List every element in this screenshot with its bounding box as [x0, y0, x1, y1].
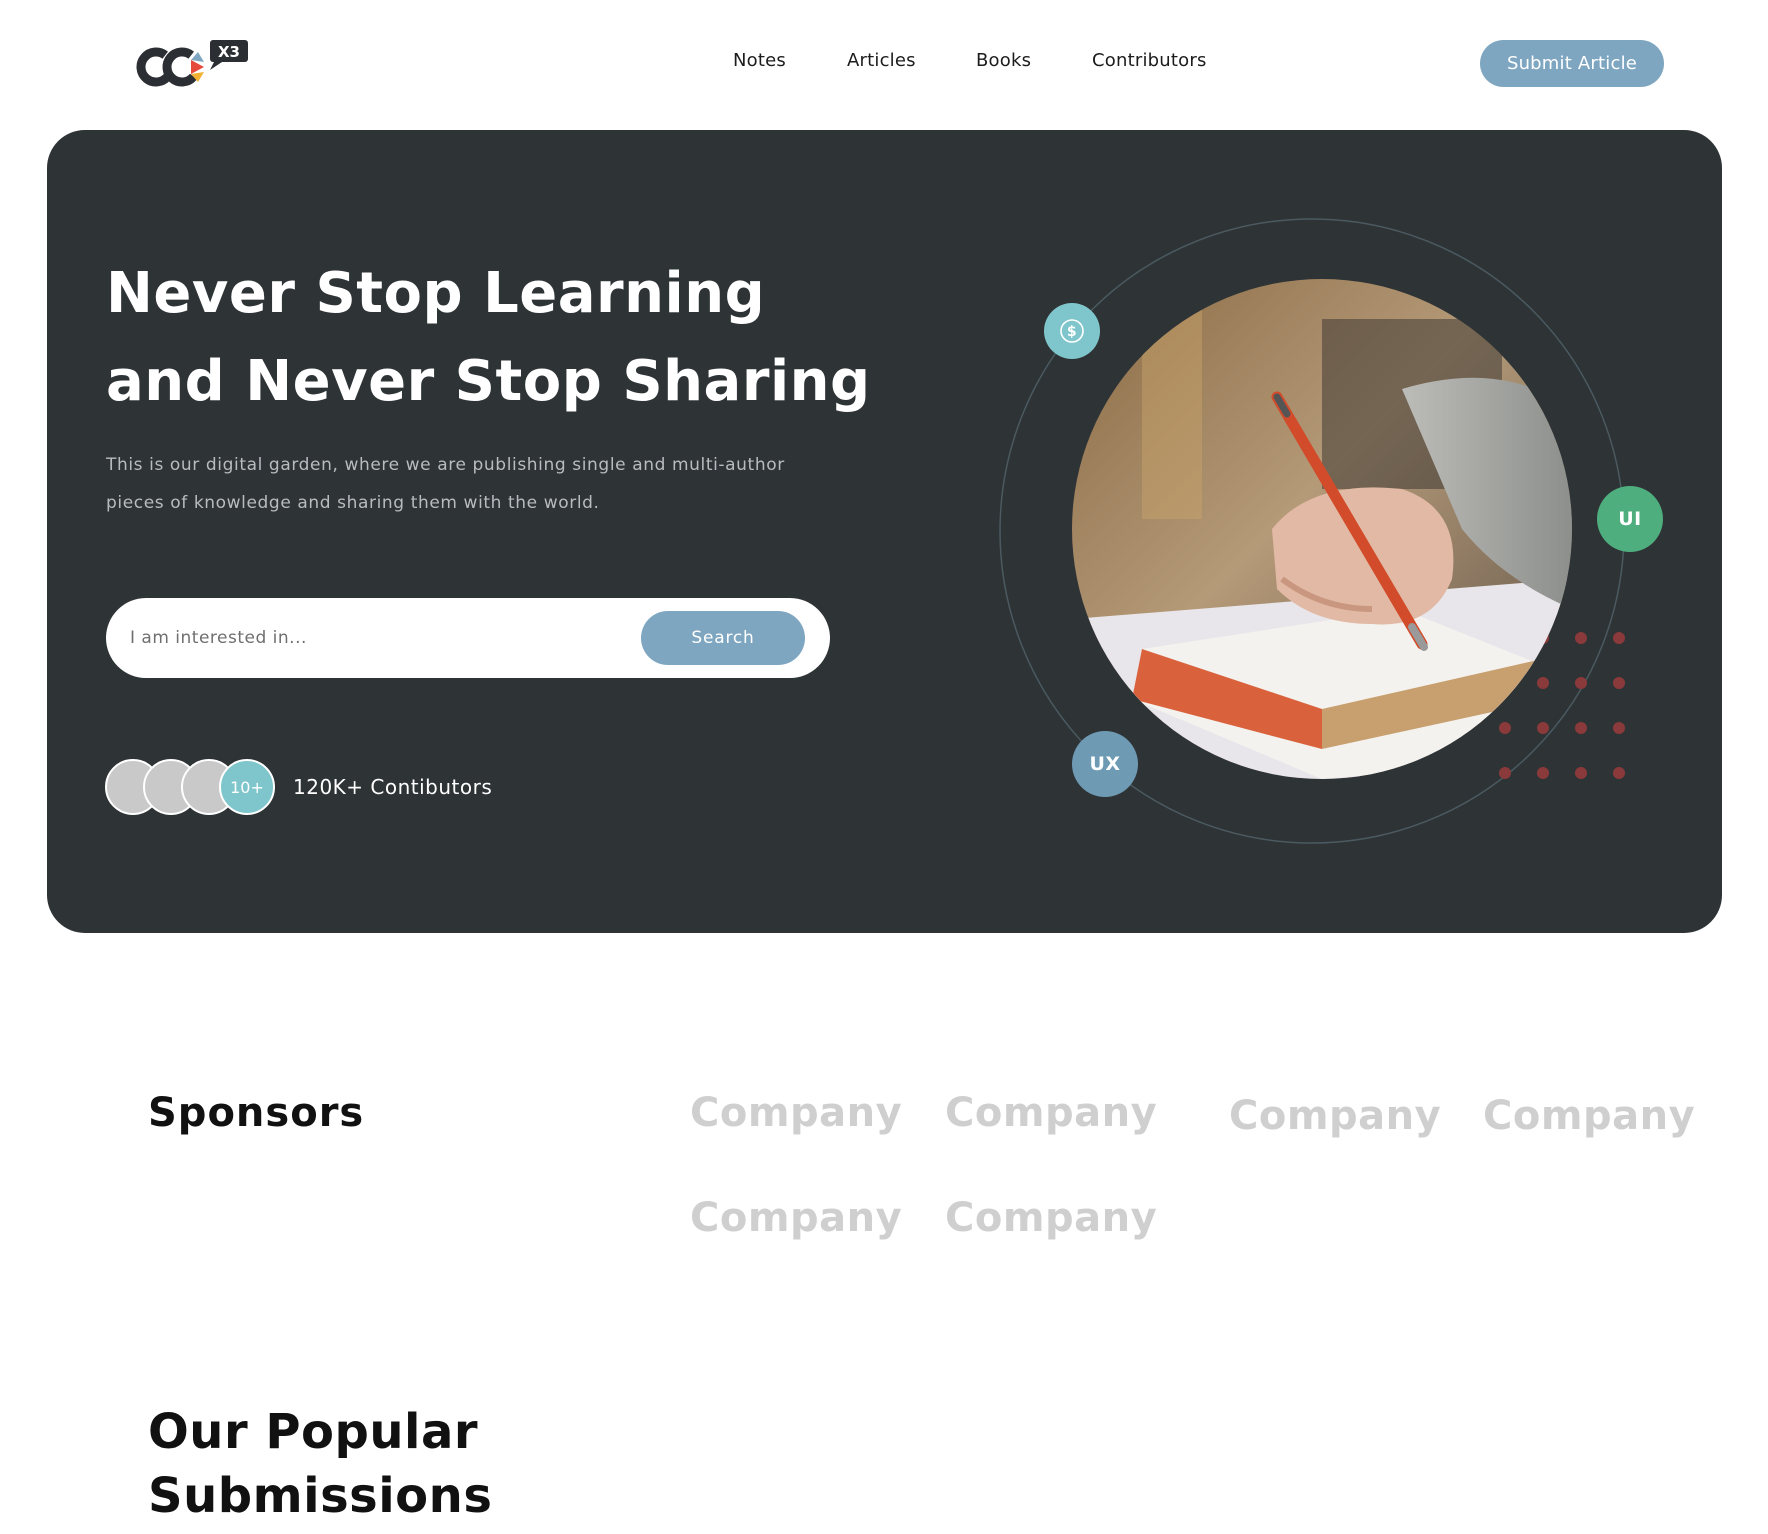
nav-books[interactable]: Books: [976, 50, 1031, 71]
sponsor-logo[interactable]: Company: [1229, 1093, 1441, 1139]
ui-badge: UI: [1597, 486, 1663, 552]
dollar-icon: $: [1044, 303, 1100, 359]
hero-section: Never Stop Learning and Never Stop Shari…: [47, 130, 1722, 933]
popular-title-line1: Our Popular: [148, 1404, 479, 1460]
sponsor-logo[interactable]: Company: [690, 1090, 902, 1136]
nav-notes[interactable]: Notes: [733, 50, 786, 71]
nav-articles[interactable]: Articles: [847, 50, 916, 71]
popular-title-line2: Submissions: [148, 1468, 493, 1524]
svg-text:$: $: [1067, 324, 1077, 340]
sponsor-logo[interactable]: Company: [690, 1195, 902, 1241]
sponsors-title: Sponsors: [148, 1090, 365, 1136]
hero-photo-writing: [1072, 279, 1572, 779]
submit-article-button[interactable]: Submit Article: [1480, 40, 1664, 87]
sponsor-logo[interactable]: Company: [945, 1195, 1157, 1241]
ux-badge: UX: [1072, 731, 1138, 797]
sponsor-logo[interactable]: Company: [945, 1090, 1157, 1136]
sponsor-logo[interactable]: Company: [1483, 1093, 1695, 1139]
popular-submissions-title: Our Popular Submissions: [148, 1400, 748, 1528]
nav-contributors[interactable]: Contributors: [1092, 50, 1207, 71]
